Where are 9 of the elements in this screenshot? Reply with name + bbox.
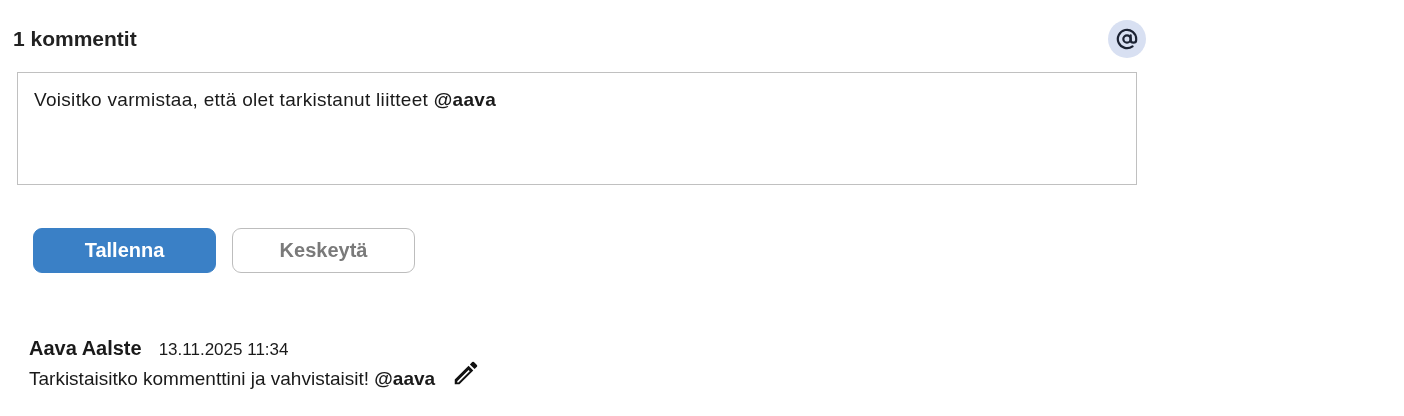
mention-button[interactable] <box>1108 20 1146 58</box>
cancel-button[interactable]: Keskeytä <box>232 228 415 273</box>
comments-title: 1 kommentit <box>13 27 137 51</box>
comment-time: 13.11.2025 11:34 <box>158 340 289 360</box>
comment-input-field[interactable]: Voisitko varmistaa, että olet tarkistanut liitteet @aava <box>17 72 1137 185</box>
comment-text: Tarkistaisitko kommenttini ja vahvistaisit! @aava <box>29 368 436 390</box>
comment-author: Aava Aalste <box>29 337 142 360</box>
at-sign-icon <box>1116 28 1138 50</box>
save-button[interactable]: Tallenna <box>33 228 216 273</box>
